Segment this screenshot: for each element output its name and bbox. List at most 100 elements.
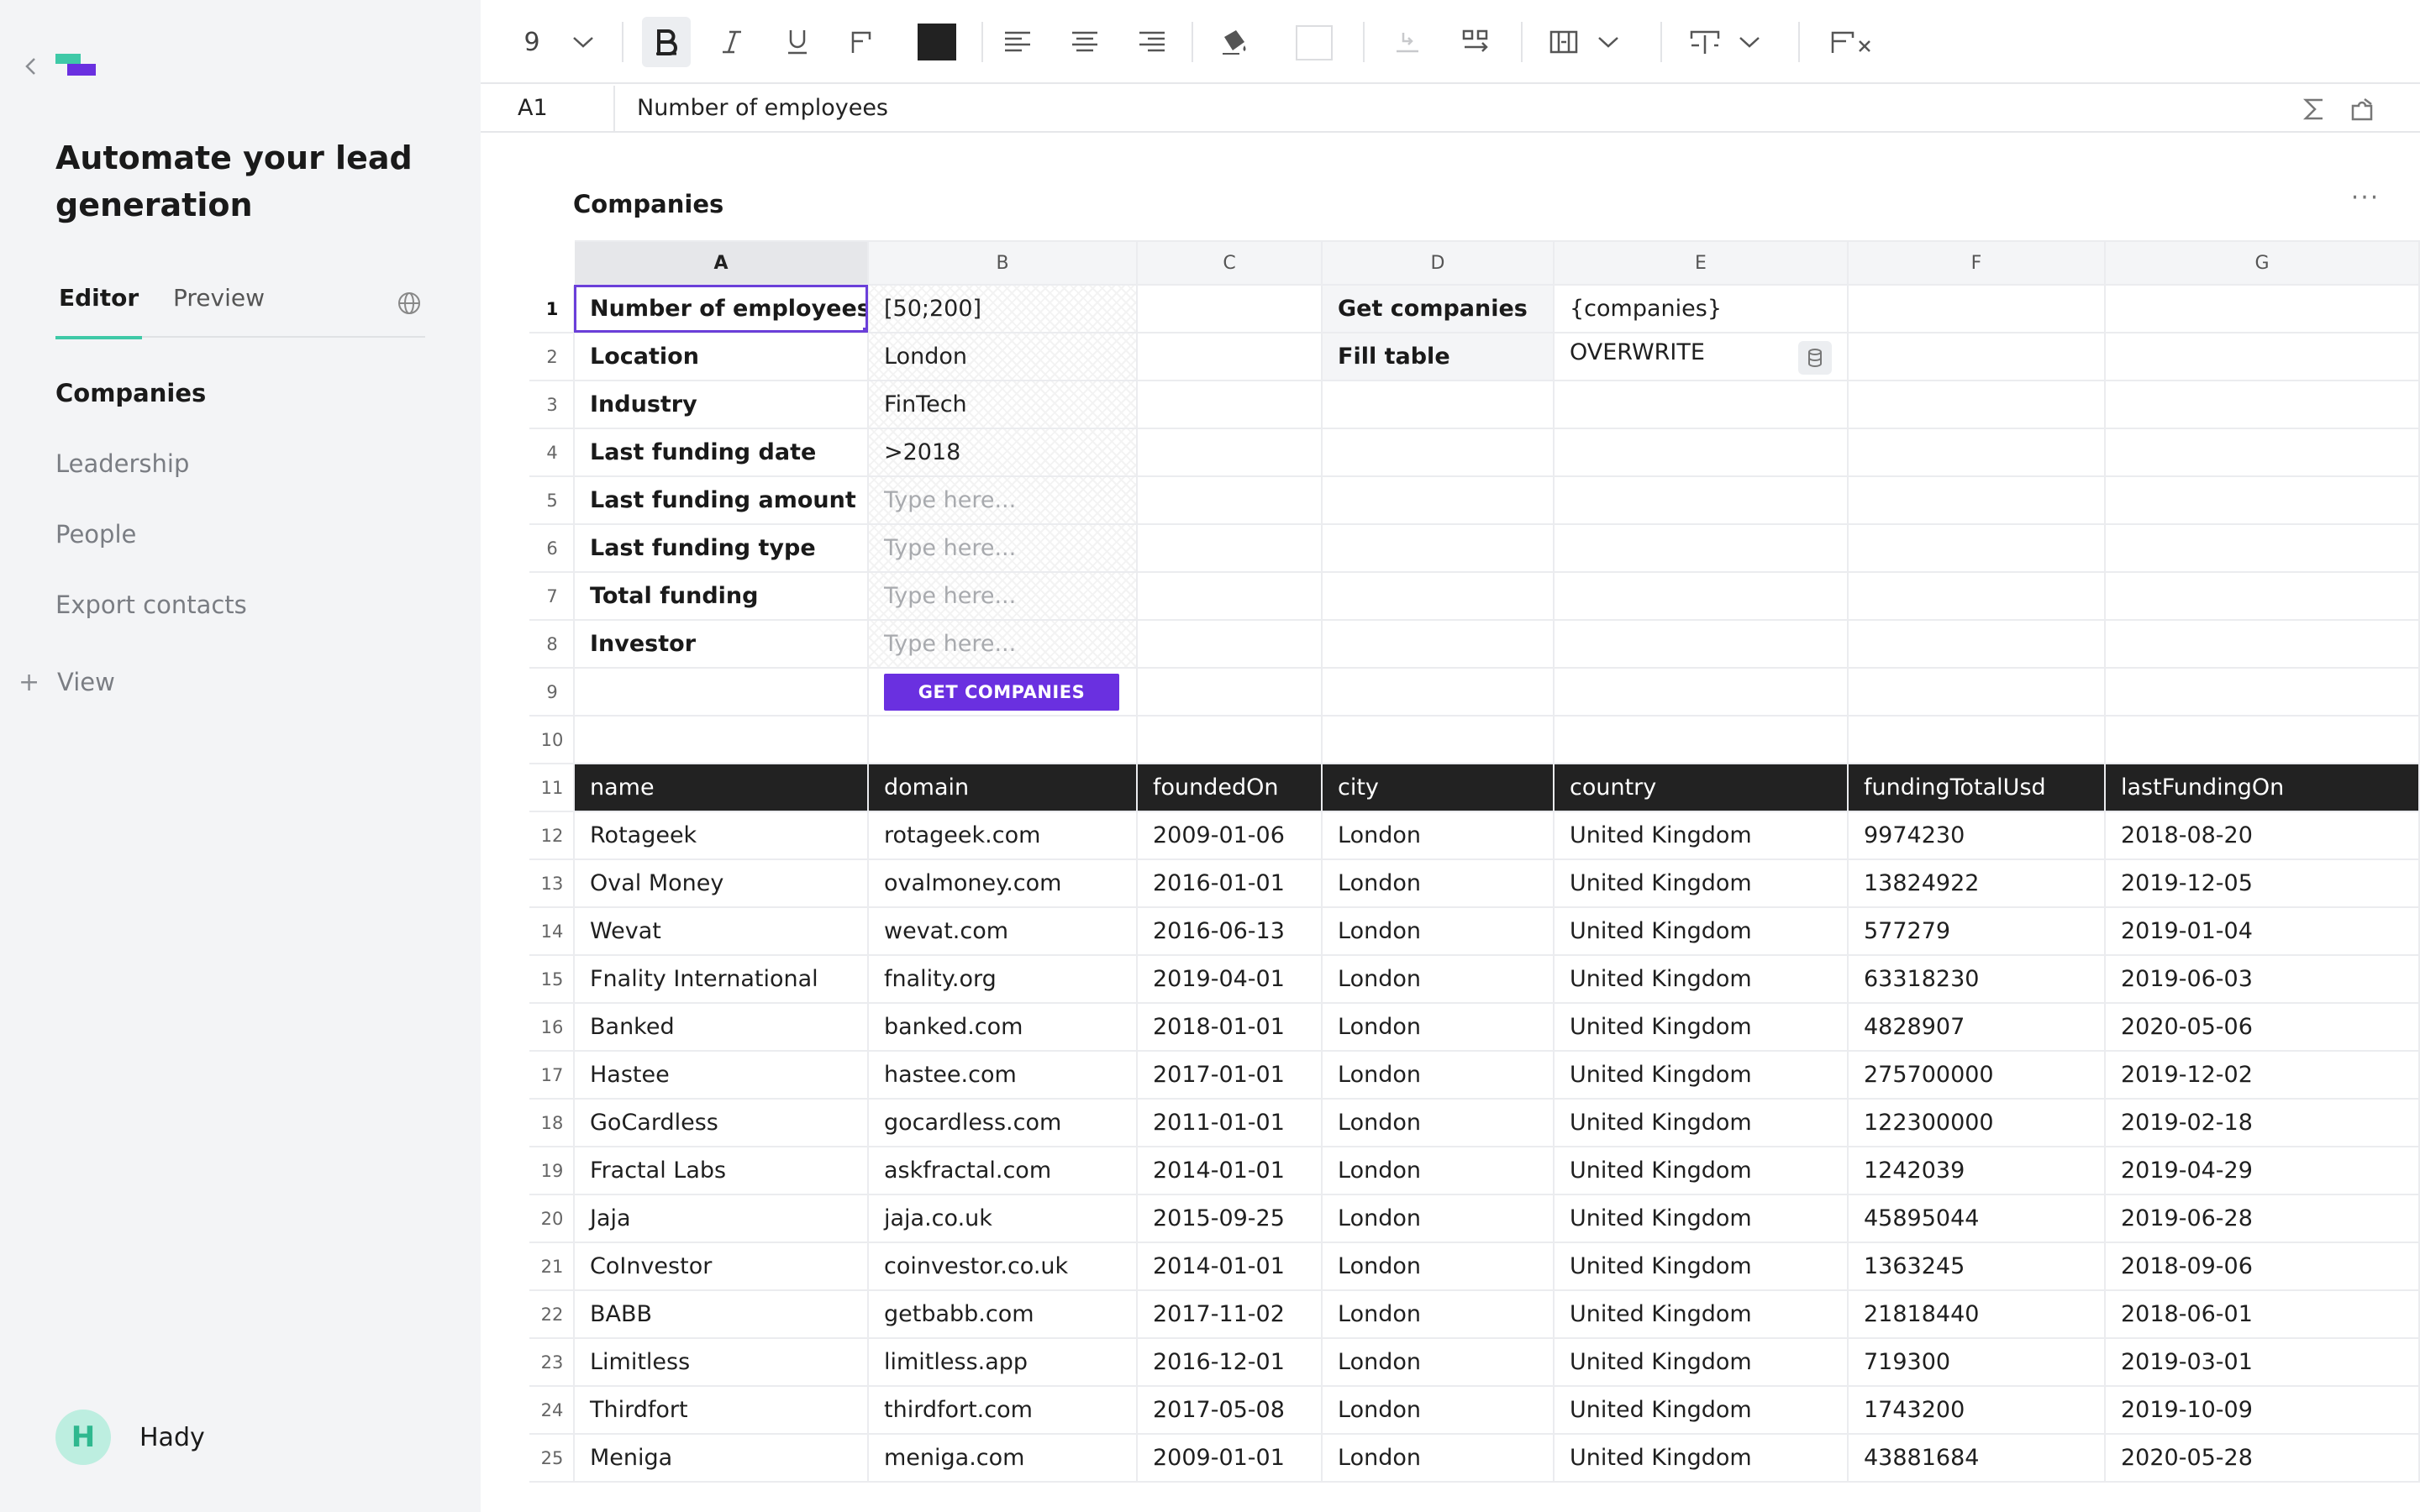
cell-g1[interactable]: [2104, 284, 2420, 333]
table-cell-fundingtotalusd[interactable]: 45895044: [1847, 1194, 2106, 1243]
logo-icon[interactable]: [55, 54, 96, 79]
cell-c8[interactable]: [1136, 619, 1323, 669]
table-cell-fundingtotalusd[interactable]: 21818440: [1847, 1289, 2106, 1339]
table-cell-lastfundingon[interactable]: 2019-02-18: [2104, 1098, 2420, 1147]
cell-f1[interactable]: [1847, 284, 2106, 333]
row-number[interactable]: 25: [529, 1433, 575, 1483]
table-cell-lastfundingon[interactable]: 2019-12-05: [2104, 858, 2420, 908]
row-number[interactable]: 12: [529, 811, 575, 860]
wrap-icon[interactable]: [1455, 17, 1497, 67]
table-cell-name[interactable]: Wevat: [573, 906, 869, 956]
table-cell-city[interactable]: London: [1321, 1194, 1555, 1243]
table-cell-domain[interactable]: getbabb.com: [867, 1289, 1138, 1339]
cell-g7[interactable]: [2104, 571, 2420, 621]
table-cell-name[interactable]: GoCardless: [573, 1098, 869, 1147]
table-cell-domain[interactable]: fnality.org: [867, 954, 1138, 1004]
cell-g10[interactable]: [2104, 715, 2420, 764]
font-color-icon[interactable]: [840, 17, 882, 67]
cell-reference[interactable]: A1: [518, 86, 548, 131]
globe-icon[interactable]: [395, 289, 424, 318]
cell-e1[interactable]: {companies}: [1553, 284, 1849, 333]
table-cell-foundedon[interactable]: 2016-12-01: [1136, 1337, 1323, 1387]
cell-b6[interactable]: Type here...: [867, 523, 1138, 573]
more-options-icon[interactable]: ···: [2344, 186, 2386, 220]
row-number[interactable]: 14: [529, 906, 575, 956]
cell-c10[interactable]: [1136, 715, 1323, 764]
table-header-last-funding-on[interactable]: lastFundingOn: [2104, 763, 2420, 812]
cell-b10[interactable]: [867, 715, 1138, 764]
cell-c7[interactable]: [1136, 571, 1323, 621]
cell-a10[interactable]: [573, 715, 869, 764]
cell-b3[interactable]: FinTech: [867, 380, 1138, 429]
column-header-a[interactable]: A: [573, 240, 869, 286]
cell-f8[interactable]: [1847, 619, 2106, 669]
row-number[interactable]: 23: [529, 1337, 575, 1387]
cell-d10[interactable]: [1321, 715, 1555, 764]
cell-d3[interactable]: [1321, 380, 1555, 429]
chevron-down-icon[interactable]: [565, 17, 602, 67]
puzzle-icon[interactable]: [2348, 94, 2378, 124]
chevron-down-icon[interactable]: [1731, 17, 1768, 67]
sidebar-item-people[interactable]: People: [55, 511, 442, 581]
cell-a3[interactable]: Industry: [573, 380, 869, 429]
back-chevron-icon[interactable]: [20, 55, 42, 77]
cell-b4[interactable]: >2018: [867, 428, 1138, 477]
table-cell-fundingtotalusd[interactable]: 1363245: [1847, 1242, 2106, 1291]
fill-color-icon[interactable]: [1213, 17, 1255, 67]
row-number[interactable]: 19: [529, 1146, 575, 1195]
cell-d5[interactable]: [1321, 475, 1555, 525]
table-cell-foundedon[interactable]: 2014-01-01: [1136, 1242, 1323, 1291]
sidebar-item-leadership[interactable]: Leadership: [55, 440, 442, 511]
cell-b5[interactable]: Type here...: [867, 475, 1138, 525]
table-cell-foundedon[interactable]: 2016-06-13: [1136, 906, 1323, 956]
cell-c3[interactable]: [1136, 380, 1323, 429]
underline-icon[interactable]: [776, 17, 818, 67]
cell-g4[interactable]: [2104, 428, 2420, 477]
cell-b7[interactable]: Type here...: [867, 571, 1138, 621]
table-cell-country[interactable]: United Kingdom: [1553, 1098, 1849, 1147]
cell-d8[interactable]: [1321, 619, 1555, 669]
table-cell-city[interactable]: London: [1321, 1433, 1555, 1483]
table-cell-lastfundingon[interactable]: 2018-06-01: [2104, 1289, 2420, 1339]
chevron-down-icon[interactable]: [1590, 17, 1627, 67]
cell-b2[interactable]: London: [867, 332, 1138, 381]
cell-e2[interactable]: OVERWRITE: [1553, 332, 1849, 381]
cell-f5[interactable]: [1847, 475, 2106, 525]
column-header-b[interactable]: B: [867, 240, 1138, 286]
cell-a4[interactable]: Last funding date: [573, 428, 869, 477]
cell-c5[interactable]: [1136, 475, 1323, 525]
table-cell-domain[interactable]: ovalmoney.com: [867, 858, 1138, 908]
table-cell-domain[interactable]: jaja.co.uk: [867, 1194, 1138, 1243]
table-cell-lastfundingon[interactable]: 2018-09-06: [2104, 1242, 2420, 1291]
italic-icon[interactable]: [711, 17, 753, 67]
table-cell-name[interactable]: CoInvestor: [573, 1242, 869, 1291]
cell-c1[interactable]: [1136, 284, 1323, 333]
table-cell-name[interactable]: Meniga: [573, 1433, 869, 1483]
table-cell-foundedon[interactable]: 2015-09-25: [1136, 1194, 1323, 1243]
table-cell-foundedon[interactable]: 2018-01-01: [1136, 1002, 1323, 1052]
table-cell-country[interactable]: United Kingdom: [1553, 858, 1849, 908]
table-cell-lastfundingon[interactable]: 2019-10-09: [2104, 1385, 2420, 1435]
table-cell-country[interactable]: United Kingdom: [1553, 1385, 1849, 1435]
table-cell-name[interactable]: Thirdfort: [573, 1385, 869, 1435]
table-cell-country[interactable]: United Kingdom: [1553, 1242, 1849, 1291]
table-cell-fundingtotalusd[interactable]: 719300: [1847, 1337, 2106, 1387]
cell-e4[interactable]: [1553, 428, 1849, 477]
table-cell-country[interactable]: United Kingdom: [1553, 811, 1849, 860]
cell-a6[interactable]: Last funding type: [573, 523, 869, 573]
row-number[interactable]: 5: [529, 475, 575, 525]
table-cell-name[interactable]: Fnality International: [573, 954, 869, 1004]
table-cell-fundingtotalusd[interactable]: 577279: [1847, 906, 2106, 956]
font-color-swatch[interactable]: [918, 24, 956, 60]
cell-f9[interactable]: [1847, 667, 2106, 717]
table-header-name[interactable]: name: [573, 763, 869, 812]
table-cell-foundedon[interactable]: 2016-01-01: [1136, 858, 1323, 908]
table-cell-name[interactable]: Fractal Labs: [573, 1146, 869, 1195]
table-cell-domain[interactable]: meniga.com: [867, 1433, 1138, 1483]
cell-f4[interactable]: [1847, 428, 2106, 477]
table-cell-domain[interactable]: hastee.com: [867, 1050, 1138, 1100]
cell-e10[interactable]: [1553, 715, 1849, 764]
bold-icon[interactable]: [642, 17, 691, 67]
table-cell-foundedon[interactable]: 2017-11-02: [1136, 1289, 1323, 1339]
column-header-g[interactable]: G: [2104, 240, 2420, 286]
